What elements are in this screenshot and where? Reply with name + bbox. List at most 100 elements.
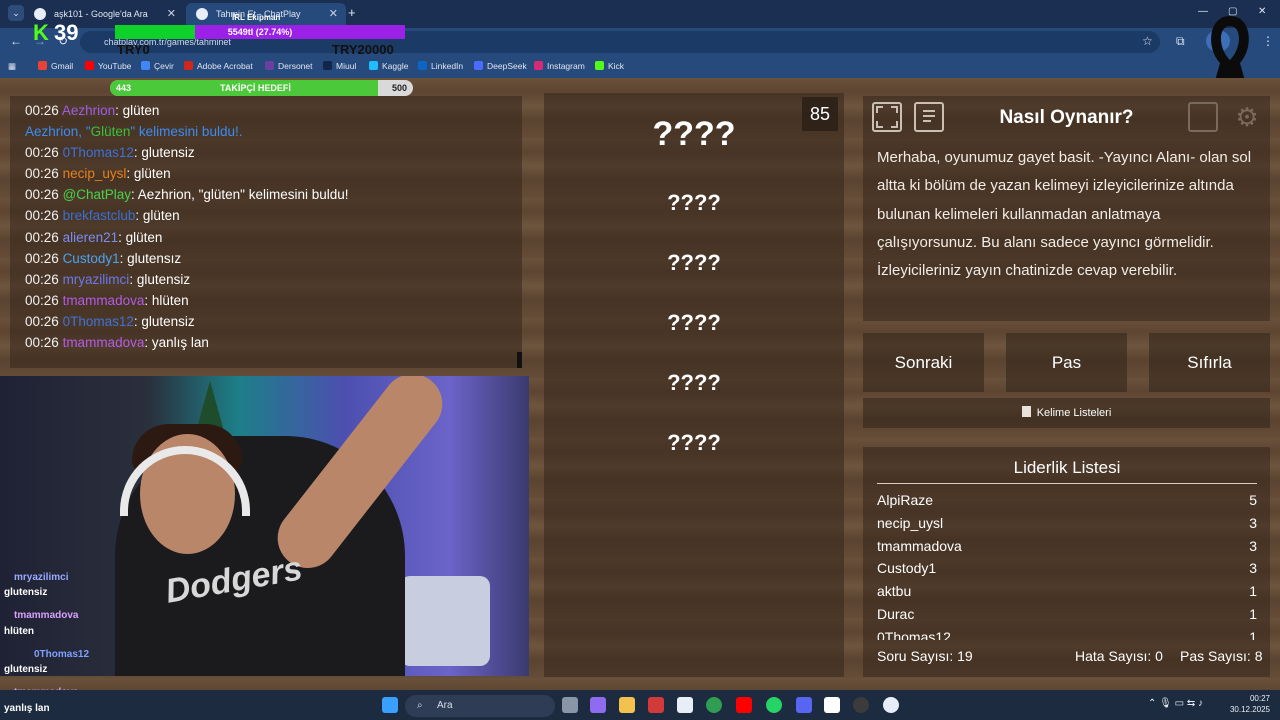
bookmark-star-icon[interactable]: ☆ [1142, 34, 1153, 48]
new-tab-button[interactable]: + [348, 5, 356, 20]
chat-message: 00:26 0Thomas12: glutensiz [25, 142, 507, 163]
follower-goal-label: TAKİPÇİ HEDEFİ [220, 83, 291, 93]
chat-text: : glutensiz [133, 145, 195, 161]
sofa [400, 576, 490, 666]
youtube-icon[interactable] [736, 697, 752, 713]
leaderboard-score: 3 [1249, 560, 1257, 577]
back-icon[interactable]: ← [10, 34, 22, 48]
chat-username[interactable]: Custody1 [63, 251, 120, 266]
donation-goal-bar: 5549tl (27.74%) [115, 25, 405, 39]
pass-button[interactable]: Pas [1006, 333, 1127, 392]
bookmark-linkedin[interactable]: LinkedIn [418, 61, 463, 71]
chat-username[interactable]: 0Thomas12 [63, 314, 134, 329]
bookmark-deepseek[interactable]: DeepSeek [474, 61, 527, 71]
translate-icon [141, 61, 150, 70]
stream-chat-msg: glutensiz [4, 664, 48, 675]
tab-close-icon[interactable]: ✕ [329, 3, 338, 25]
hidden-word-main: ???? [652, 115, 736, 153]
leaderboard-score: 1 [1249, 606, 1257, 622]
donation-target-amount: TRY20000 [332, 42, 394, 57]
chat-username[interactable]: tmammadova [63, 293, 145, 308]
chat-scrollbar[interactable] [517, 352, 522, 368]
stream-chat-user: 0Thomas12 [34, 649, 90, 660]
chat-username[interactable]: tmammadova [63, 335, 145, 350]
discord-icon[interactable] [796, 697, 812, 713]
chat-username[interactable]: @ChatPlay [63, 187, 131, 202]
bookmark-kaggle[interactable]: Kaggle [369, 61, 408, 71]
chat-text: : glutensiz [133, 313, 195, 329]
leaderboard-row: Durac 1 [877, 606, 1257, 626]
kick-viewer-count: 39 [54, 20, 79, 45]
settings-icon[interactable]: ⚙ [1232, 102, 1262, 132]
whatsapp-icon[interactable] [766, 697, 782, 713]
bookmark-gmail[interactable]: Gmail [38, 61, 73, 71]
edit-icon[interactable] [1188, 102, 1218, 132]
bookmark-dersonet[interactable]: Dersonet [265, 61, 313, 71]
bookmarks-bar: ▦ Gmail YouTube Çevir Adobe Acrobat Ders… [0, 56, 1280, 78]
leaderboard-row: aktbu 1 [877, 583, 1257, 603]
chat-username[interactable]: alieren21 [63, 230, 119, 245]
extensions-icon[interactable]: ⧉ [1176, 34, 1185, 49]
chat-username[interactable]: mryazilimci [63, 272, 130, 287]
chat-time: 00:26 [25, 208, 59, 224]
kick-logo: K [33, 20, 49, 45]
chat-time: 00:26 [25, 250, 59, 266]
chat-time: 00:26 [25, 166, 59, 182]
bookmark-kick[interactable]: Kick [595, 61, 624, 71]
leaderboard-score: 1 [1249, 583, 1257, 600]
leaderboard-score: 3 [1249, 537, 1257, 554]
leaderboard-title: Liderlik Listesi [1013, 458, 1121, 477]
chat-time: 00:26 [25, 187, 59, 203]
bookmark-youtube[interactable]: YouTube [85, 61, 131, 71]
bookmark-cevir[interactable]: Çevir [141, 61, 174, 71]
how-to-text: Merhaba, oyunumuz gayet basit. -Yayıncı … [877, 149, 1252, 280]
hidden-word: ???? [667, 310, 721, 335]
kaggle-icon [369, 61, 378, 70]
search-icon: ⌕ [417, 700, 423, 711]
chat-time: 00:26 [25, 145, 59, 161]
task-view-icon[interactable] [562, 697, 578, 713]
chat-message: 00:26 brekfastclub: glüten [25, 205, 507, 226]
leaderboard-divider [877, 483, 1257, 484]
chat-username[interactable]: 0Thomas12 [63, 145, 134, 160]
word-lists-button[interactable]: Kelime Listeleri [863, 398, 1270, 428]
reset-button[interactable]: Sıfırla [1149, 333, 1270, 392]
obs-icon[interactable] [853, 697, 869, 713]
store-icon[interactable] [677, 697, 693, 713]
chat-username[interactable]: Aezhrion [62, 103, 115, 118]
follower-goal-current: 443 [116, 83, 132, 93]
news-icon[interactable] [648, 697, 664, 713]
bookmark-adobe[interactable]: Adobe Acrobat [184, 61, 253, 71]
windows-start-icon[interactable] [382, 697, 398, 713]
chat-time: 00:26 [25, 292, 59, 308]
capcut-icon[interactable] [824, 697, 840, 713]
bookmark-instagram[interactable]: Instagram [534, 61, 585, 71]
chrome-icon[interactable] [706, 697, 722, 713]
next-button[interactable]: Sonraki [863, 333, 984, 392]
leaderboard-row: tmammadova 3 [877, 538, 1257, 558]
apps-icon[interactable]: ▦ [8, 61, 16, 72]
kick-icon [595, 61, 604, 70]
tray-icons[interactable]: ⌃ 🎙 ▭ ⇆ ♪ [1148, 698, 1203, 709]
chat-text: : glüten [135, 208, 180, 224]
adobe-icon [184, 61, 193, 70]
taskbar-clock[interactable]: 00:27 30.12.2025 [1230, 693, 1270, 715]
app-icon[interactable] [883, 697, 899, 713]
taskbar-search[interactable]: ⌕ Ara [405, 695, 555, 717]
menu-icon[interactable]: ⋮ [1262, 34, 1274, 48]
clock-time: 00:27 [1249, 694, 1270, 703]
hidden-word: ???? [667, 190, 721, 215]
chat-username[interactable]: brekfastclub [63, 208, 136, 223]
youtube-icon [85, 61, 94, 70]
tab-search-icon[interactable]: ⌄ [8, 5, 24, 21]
stream-chat-msg: glutensiz [4, 587, 48, 598]
copilot-icon[interactable] [590, 697, 606, 713]
donation-goal-text: 5549tl (27.74%) [227, 27, 293, 37]
chat-username[interactable]: necip_uysl [63, 166, 127, 181]
chat-panel: 00:26 Aezhrion: glüten Aezhrion, "Glüten"… [10, 96, 522, 368]
file-explorer-icon[interactable] [619, 697, 635, 713]
bookmark-miuul[interactable]: Miuul [323, 61, 356, 71]
chat-time: 00:26 [25, 313, 59, 329]
tab-close-icon[interactable]: ✕ [167, 3, 176, 25]
chat-time: 00:26 [25, 271, 59, 287]
